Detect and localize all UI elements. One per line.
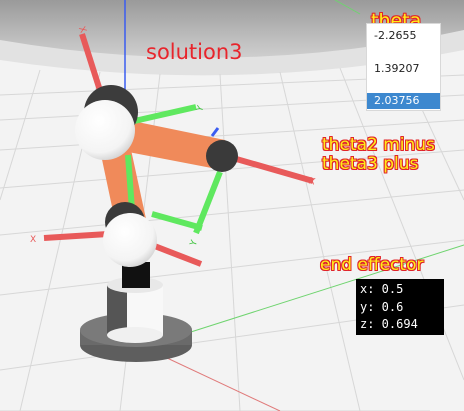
solution-label: solution3 xyxy=(146,40,243,64)
lower-joint xyxy=(103,213,157,267)
end-effector-readout: x: 0.5 y: 0.6 z: 0.694 xyxy=(356,279,444,335)
theta-list-item-selected[interactable]: 2.03756 xyxy=(367,93,440,109)
axis-label-lower-x: X xyxy=(30,235,36,245)
theta-list-item[interactable]: 1.39207 xyxy=(367,61,440,77)
end-effector-x: x: 0.5 xyxy=(360,282,404,296)
theta-list-item[interactable]: -2.2655 xyxy=(367,28,440,44)
configuration-label-line1: theta2 minus xyxy=(322,135,435,155)
configuration-label-line2: theta3 plus xyxy=(322,154,419,175)
elbow-joint xyxy=(206,140,238,172)
theta-list[interactable]: -2.2655 1.39207 2.03756 xyxy=(366,23,441,111)
end-effector-y: y: 0.6 xyxy=(360,299,404,314)
end-effector-title: end effector xyxy=(320,255,424,275)
end-effector-z: z: 0.694 xyxy=(360,317,418,331)
configuration-label: theta2 minus theta3 plus xyxy=(322,135,435,175)
shoulder-joint xyxy=(75,100,135,160)
